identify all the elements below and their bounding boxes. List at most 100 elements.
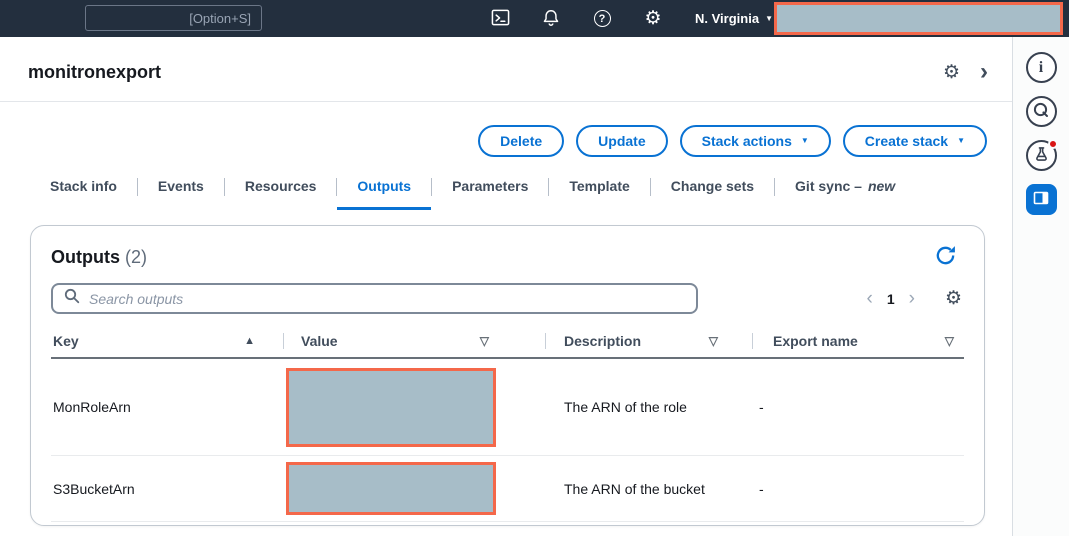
region-label: N. Virginia: [695, 11, 760, 26]
tab-label: Git sync –: [795, 178, 862, 194]
tab-outputs[interactable]: Outputs: [337, 172, 432, 210]
chevron-down-icon: ▼: [957, 136, 965, 145]
redacted-account-menu: [774, 2, 1063, 35]
column-header-export-name[interactable]: Export name ▽: [753, 325, 964, 357]
page-header: monitronexport ⚙ ›: [0, 37, 1012, 101]
output-key: S3BucketArn: [53, 480, 135, 497]
sort-ascending-icon: ▲: [244, 335, 255, 347]
aws-console: [Option+S] ? ⚙ N. Virginia ▼ monitronexp…: [0, 0, 1069, 536]
expand-header-button[interactable]: ›: [980, 60, 988, 84]
chevron-right-icon: ›: [908, 288, 915, 309]
page-header-actions: ⚙ ›: [943, 60, 988, 84]
cloudshell-button[interactable]: [489, 8, 511, 30]
outputs-toolbar: ‹ 1 › ⚙: [51, 283, 964, 314]
tab-events[interactable]: Events: [138, 172, 224, 210]
content-area: monitronexport ⚙ › Delete Update Stack a…: [0, 37, 1012, 536]
side-panel-icon: [1033, 190, 1049, 209]
next-page-button[interactable]: ›: [901, 289, 923, 308]
notification-dot: [1047, 139, 1058, 149]
chevron-right-icon: ›: [980, 58, 988, 85]
tab-parameters[interactable]: Parameters: [432, 172, 548, 210]
create-stack-label: Create stack: [864, 133, 949, 149]
column-label: Description: [564, 333, 642, 349]
tab-label: Change sets: [670, 178, 755, 194]
gear-icon: ⚙: [644, 8, 662, 29]
table-row: S3BucketArn The ARN of the bucket -: [51, 456, 964, 522]
notifications-button[interactable]: [540, 8, 562, 30]
outputs-panel-header: Outputs (2): [51, 244, 964, 270]
chevron-down-icon: ▼: [765, 13, 773, 23]
update-button[interactable]: Update: [576, 125, 668, 157]
delete-button-label: Delete: [500, 133, 543, 149]
search-icon: [64, 288, 80, 309]
topbar-controls: ? ⚙ N. Virginia ▼: [489, 0, 773, 37]
column-header-value[interactable]: Value ▽: [284, 325, 546, 357]
create-stack-dropdown[interactable]: Create stack ▼: [842, 125, 987, 157]
page-title: monitronexport: [28, 61, 161, 82]
delete-button[interactable]: Delete: [478, 125, 565, 157]
stack-actions-dropdown[interactable]: Stack actions ▼: [679, 125, 831, 157]
help-button[interactable]: ?: [591, 8, 613, 30]
output-value: [284, 367, 546, 447]
gear-icon: ⚙: [944, 288, 962, 309]
tab-label: Stack info: [50, 178, 117, 194]
stack-actions-row: Delete Update Stack actions ▼ Create sta…: [0, 102, 1012, 157]
outputs-panel: Outputs (2) Search outputs ‹ 1 › ⚙ Key ▲…: [30, 225, 985, 526]
tab-label: Parameters: [452, 178, 529, 194]
tab-new-badge: new: [867, 178, 896, 194]
outputs-count: (2): [125, 246, 147, 267]
rail-side-panel-button[interactable]: [1025, 184, 1057, 215]
search-shortcut-hint: [Option+S]: [189, 10, 251, 26]
column-label: Export name: [773, 333, 858, 349]
outputs-search: [51, 283, 698, 314]
redacted-value: [286, 462, 496, 515]
current-page: 1: [886, 290, 895, 307]
tab-template[interactable]: Template: [549, 172, 649, 210]
preferences-button[interactable]: ⚙: [945, 289, 962, 308]
previous-page-button[interactable]: ‹: [859, 289, 881, 308]
output-export-name: -: [759, 399, 764, 415]
question-icon: ?: [593, 10, 611, 27]
column-header-key[interactable]: Key ▲: [51, 325, 284, 357]
tab-stack-info[interactable]: Stack info: [28, 172, 137, 210]
stack-tabs: Stack info Events Resources Outputs Para…: [28, 172, 1012, 210]
sort-icon: ▽: [708, 334, 718, 348]
rail-labs-button[interactable]: [1025, 139, 1058, 171]
refresh-button[interactable]: [932, 244, 958, 270]
redacted-value: [286, 367, 496, 447]
main-area: monitronexport ⚙ › Delete Update Stack a…: [0, 37, 1069, 536]
amazon-q-icon: [1033, 102, 1049, 121]
help-rail: i: [1012, 37, 1069, 536]
tab-label: Resources: [244, 178, 317, 194]
tab-change-sets[interactable]: Change sets: [651, 172, 774, 210]
column-label: Key: [53, 333, 79, 349]
column-label: Value: [301, 333, 338, 349]
rail-info-button[interactable]: i: [1025, 52, 1057, 83]
region-selector[interactable]: N. Virginia ▼: [695, 11, 773, 26]
stack-actions-label: Stack actions: [701, 133, 792, 149]
bell-icon: [542, 8, 560, 30]
column-header-description[interactable]: Description ▽: [546, 325, 753, 357]
sort-icon: ▽: [479, 334, 489, 348]
tab-git-sync[interactable]: Git sync – new: [775, 172, 915, 210]
output-key: MonRoleArn: [53, 399, 131, 415]
terminal-icon: [491, 8, 510, 30]
tab-resources[interactable]: Resources: [225, 172, 337, 210]
chevron-down-icon: ▼: [800, 136, 809, 145]
tab-label: Events: [157, 178, 204, 194]
info-icon: i: [1038, 58, 1044, 76]
topbar: [Option+S] ? ⚙ N. Virginia ▼: [0, 0, 1069, 37]
table-header-row: Key ▲ Value ▽ Description ▽ Export name …: [51, 325, 964, 359]
settings-button[interactable]: ⚙: [642, 8, 664, 30]
console-search-input[interactable]: [Option+S]: [85, 5, 262, 31]
stack-settings-button[interactable]: ⚙: [943, 63, 960, 82]
flask-icon: [1034, 146, 1049, 165]
rail-amazon-q-button[interactable]: [1025, 96, 1057, 127]
table-row: MonRoleArn The ARN of the role -: [51, 359, 964, 456]
search-outputs-input[interactable]: [89, 290, 685, 307]
chevron-left-icon: ‹: [866, 288, 873, 309]
outputs-table: Key ▲ Value ▽ Description ▽ Export name …: [51, 325, 964, 522]
gear-icon: ⚙: [942, 61, 960, 83]
output-export-name: -: [759, 480, 764, 497]
tab-label: Template: [569, 178, 630, 194]
